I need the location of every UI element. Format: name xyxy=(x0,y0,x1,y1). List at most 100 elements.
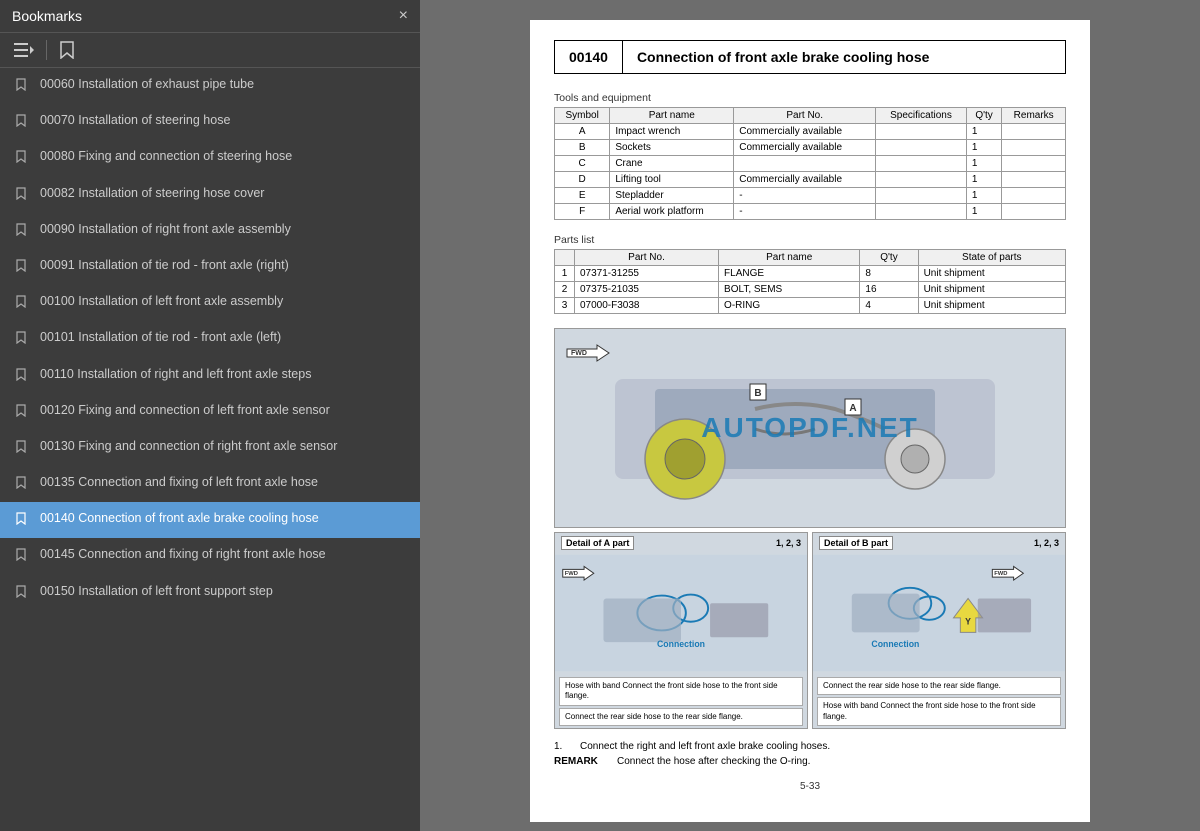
remarks-section: 1. Connect the right and left front axle… xyxy=(554,739,1066,769)
sidebar-item-item-00150[interactable]: 00150 Installation of left front support… xyxy=(0,575,420,611)
table-cell: Unit shipment xyxy=(918,266,1065,282)
sidebar-item-item-00145[interactable]: 00145 Connection and fixing of right fro… xyxy=(0,538,420,574)
parts-col-partname: Part name xyxy=(719,250,860,266)
table-cell: O-RING xyxy=(719,298,860,314)
sidebar-item-item-00120[interactable]: 00120 Fixing and connection of left fron… xyxy=(0,394,420,430)
main-content-area: 00140 Connection of front axle brake coo… xyxy=(420,0,1200,831)
bookmark-icon xyxy=(16,78,30,96)
sidebar-item-item-00100[interactable]: 00100 Installation of left front axle as… xyxy=(0,285,420,321)
table-cell: BOLT, SEMS xyxy=(719,282,860,298)
bookmark-icon xyxy=(59,41,75,59)
table-cell: B xyxy=(555,140,610,156)
tools-table-body: AImpact wrenchCommercially available1BSo… xyxy=(555,124,1066,220)
table-cell: 07375-21035 xyxy=(575,282,719,298)
detail-panels: Detail of A part 1, 2, 3 FWD xyxy=(554,532,1066,729)
sidebar-item-item-00110[interactable]: 00110 Installation of right and left fro… xyxy=(0,358,420,394)
table-cell: 1 xyxy=(966,140,1002,156)
table-cell: Commercially available xyxy=(734,140,876,156)
table-cell xyxy=(734,156,876,172)
sidebar-item-label: 00140 Connection of front axle brake coo… xyxy=(40,510,408,528)
tools-col-remarks: Remarks xyxy=(1002,108,1066,124)
parts-section-label: Parts list xyxy=(554,234,1066,246)
sidebar-item-item-00060[interactable]: 00060 Installation of exhaust pipe tube xyxy=(0,68,420,104)
sidebar-item-item-00090[interactable]: 00090 Installation of right front axle a… xyxy=(0,213,420,249)
sidebar-item-label: 00110 Installation of right and left fro… xyxy=(40,366,408,384)
table-cell xyxy=(1002,156,1066,172)
bookmark-icon xyxy=(16,259,30,277)
tools-col-spec: Specifications xyxy=(876,108,967,124)
sidebar: Bookmarks × 00060 Installation of exhaus… xyxy=(0,0,420,831)
table-row: AImpact wrenchCommercially available1 xyxy=(555,124,1066,140)
detail-b-callout2: Hose with band Connect the front side ho… xyxy=(817,697,1061,726)
table-cell: Stepladder xyxy=(610,188,734,204)
svg-text:Connection: Connection xyxy=(657,639,705,649)
tools-section-label: Tools and equipment xyxy=(554,92,1066,104)
bookmark-icon xyxy=(16,150,30,168)
table-cell: 2 xyxy=(555,282,575,298)
table-cell: D xyxy=(555,172,610,188)
detail-a-title: Detail of A part xyxy=(561,536,634,550)
bookmark-icon xyxy=(16,512,30,530)
table-cell: 16 xyxy=(860,282,918,298)
bookmark-icon xyxy=(16,368,30,386)
sidebar-item-item-00101[interactable]: 00101 Installation of tie rod - front ax… xyxy=(0,321,420,357)
parts-col-qty: Q'ty xyxy=(860,250,918,266)
bookmark-icon xyxy=(16,187,30,205)
table-cell xyxy=(876,124,967,140)
detail-b-title: Detail of B part xyxy=(819,536,893,550)
sidebar-item-item-00091[interactable]: 00091 Installation of tie rod - front ax… xyxy=(0,249,420,285)
bookmark-icon xyxy=(16,585,30,603)
table-cell: 3 xyxy=(555,298,575,314)
sidebar-item-label: 00100 Installation of left front axle as… xyxy=(40,293,408,311)
tools-col-symbol: Symbol xyxy=(555,108,610,124)
table-cell: Commercially available xyxy=(734,124,876,140)
remark-key: REMARK xyxy=(554,754,609,769)
sidebar-item-item-00130[interactable]: 00130 Fixing and connection of right fro… xyxy=(0,430,420,466)
svg-text:FWD: FWD xyxy=(994,571,1007,577)
detail-a-callout2: Connect the rear side hose to the rear s… xyxy=(559,708,803,726)
remark-1-num: 1. xyxy=(554,739,572,754)
bookmark-icon xyxy=(16,114,30,132)
bookmark-icon xyxy=(16,476,30,494)
table-cell xyxy=(876,188,967,204)
table-row: CCrane1 xyxy=(555,156,1066,172)
sidebar-item-item-00070[interactable]: 00070 Installation of steering hose xyxy=(0,104,420,140)
sidebar-bookmark-button[interactable] xyxy=(55,39,79,61)
detail-panel-a-header: Detail of A part 1, 2, 3 xyxy=(555,533,807,553)
table-cell: 07000-F3038 xyxy=(575,298,719,314)
detail-b-badge: 1, 2, 3 xyxy=(1034,538,1059,548)
sidebar-item-label: 00120 Fixing and connection of left fron… xyxy=(40,402,408,420)
sidebar-item-list: 00060 Installation of exhaust pipe tube0… xyxy=(0,68,420,831)
sidebar-menu-button[interactable] xyxy=(10,40,38,60)
svg-text:FWD: FWD xyxy=(571,350,587,357)
sidebar-title: Bookmarks xyxy=(12,8,82,24)
tools-col-qty: Q'ty xyxy=(966,108,1002,124)
sidebar-close-button[interactable]: × xyxy=(399,8,408,24)
table-cell: 1 xyxy=(966,204,1002,220)
menu-icon xyxy=(14,42,34,58)
sidebar-item-label: 00090 Installation of right front axle a… xyxy=(40,221,408,239)
table-cell: Unit shipment xyxy=(918,282,1065,298)
table-cell: Sockets xyxy=(610,140,734,156)
sidebar-item-item-00080[interactable]: 00080 Fixing and connection of steering … xyxy=(0,140,420,176)
table-cell xyxy=(876,156,967,172)
detail-panel-b: Detail of B part 1, 2, 3 FWD xyxy=(812,532,1066,729)
sidebar-item-item-00082[interactable]: 00082 Installation of steering hose cove… xyxy=(0,177,420,213)
table-cell: Aerial work platform xyxy=(610,204,734,220)
parts-table-header: Part No. Part name Q'ty State of parts xyxy=(555,250,1066,266)
remark-1-text: Connect the right and left front axle br… xyxy=(580,739,830,754)
sidebar-item-item-00135[interactable]: 00135 Connection and fixing of left fron… xyxy=(0,466,420,502)
sidebar-item-item-00140[interactable]: 00140 Connection of front axle brake coo… xyxy=(0,502,420,538)
bookmark-icon xyxy=(16,331,30,349)
table-row: DLifting toolCommercially available1 xyxy=(555,172,1066,188)
table-cell: C xyxy=(555,156,610,172)
table-cell: 07371-31255 xyxy=(575,266,719,282)
detail-b-svg: FWD Y Connection xyxy=(813,553,1065,673)
sidebar-item-label: 00145 Connection and fixing of right fro… xyxy=(40,546,408,564)
svg-text:Connection: Connection xyxy=(871,639,919,649)
table-cell: 8 xyxy=(860,266,918,282)
table-row: BSocketsCommercially available 1 xyxy=(555,140,1066,156)
sidebar-item-label: 00101 Installation of tie rod - front ax… xyxy=(40,329,408,347)
detail-a-svg: FWD Connection xyxy=(555,553,807,673)
svg-text:B: B xyxy=(754,388,761,399)
